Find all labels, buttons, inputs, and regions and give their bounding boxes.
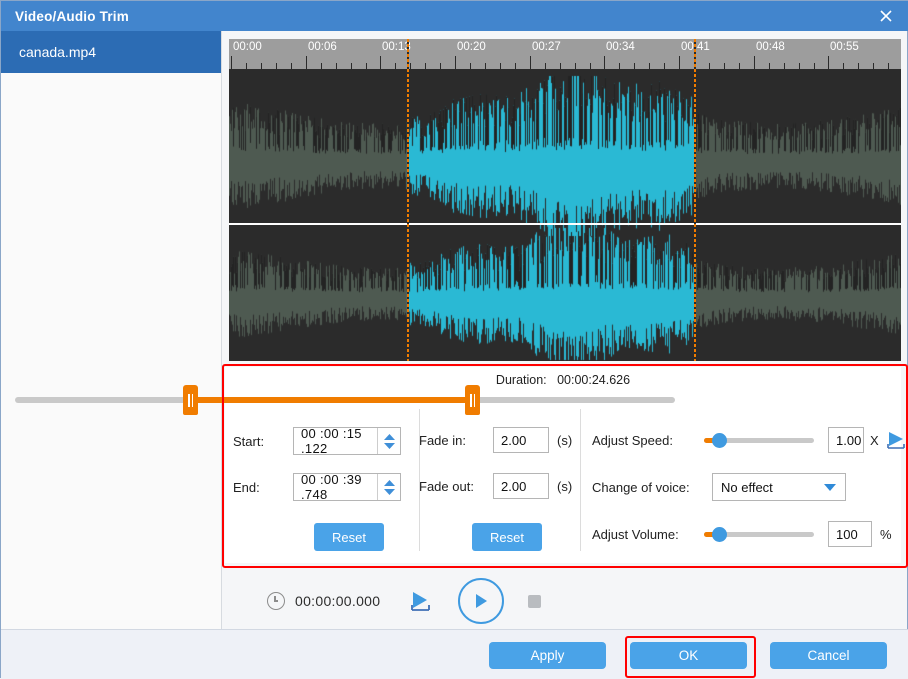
duration-readout: Duration: 00:00:24.626 <box>225 373 901 387</box>
fade-out-input[interactable]: 2.00 <box>493 473 549 499</box>
fade-out-row: Fade out: 2.00 (s) <box>419 473 572 499</box>
panel-divider-2 <box>580 409 581 551</box>
ruler-tick-label: 00:00 <box>233 41 262 53</box>
end-stepper-arrows[interactable] <box>377 474 400 500</box>
change-of-voice-label: Change of voice: <box>592 480 712 495</box>
playback-controls: 00:00:00.000 <box>225 573 901 629</box>
start-time-value[interactable]: 00 :00 :15 .122 <box>294 426 377 456</box>
adjust-speed-unit: X <box>870 433 879 448</box>
ruler-major-tick <box>604 56 605 69</box>
trim-end-handle[interactable] <box>465 385 480 415</box>
adjust-volume-input[interactable]: 100 <box>828 521 872 547</box>
adjust-speed-knob[interactable] <box>712 433 727 448</box>
change-of-voice-row: Change of voice: No effect <box>592 473 846 501</box>
ruler-major-tick <box>231 56 232 69</box>
ruler-tick-label: 00:48 <box>756 41 785 53</box>
adjust-volume-label: Adjust Volume: <box>592 527 704 542</box>
ruler-tick-label: 00:27 <box>532 41 561 53</box>
adjust-speed-slider[interactable] <box>704 438 814 443</box>
title-bar: Video/Audio Trim <box>1 1 908 31</box>
current-time-readout: 00:00:00.000 <box>295 593 380 609</box>
end-label: End: <box>233 480 293 495</box>
audio-waveform[interactable] <box>229 69 901 361</box>
ok-button[interactable]: OK <box>630 642 747 669</box>
adjust-speed-row: Adjust Speed: 1.00 X <box>592 427 907 453</box>
fade-in-row: Fade in: 2.00 (s) <box>419 427 572 453</box>
selection-start-marker[interactable] <box>407 39 409 361</box>
close-icon[interactable] <box>863 1 908 31</box>
cancel-button[interactable]: Cancel <box>770 642 887 669</box>
window-title: Video/Audio Trim <box>1 9 129 24</box>
preview-play-icon[interactable] <box>408 589 434 613</box>
fade-in-input[interactable]: 2.00 <box>493 427 549 453</box>
adjust-speed-label: Adjust Speed: <box>592 433 704 448</box>
ruler-major-tick <box>754 56 755 69</box>
waveform-area[interactable]: 00:0000:0600:1300:2000:2700:3400:4100:48… <box>229 39 901 361</box>
change-of-voice-select[interactable]: No effect <box>712 473 846 501</box>
selection-end-marker[interactable] <box>694 39 696 361</box>
file-list-sidebar: canada.mp4 <box>1 31 222 649</box>
ruler-major-tick <box>306 56 307 69</box>
clock-icon <box>267 592 285 610</box>
adjust-speed-input[interactable]: 1.00 <box>828 427 864 453</box>
ruler-tick-label: 00:55 <box>830 41 859 53</box>
fade-out-label: Fade out: <box>419 479 493 494</box>
start-stepper-arrows[interactable] <box>377 428 400 454</box>
duration-label: Duration: <box>496 373 547 387</box>
video-audio-trim-dialog: Video/Audio Trim canada.mp4 00:00 00:06 00… <box>0 0 908 678</box>
ruler-major-tick <box>455 56 456 69</box>
fade-in-label: Fade in: <box>419 433 493 448</box>
adjust-volume-slider[interactable] <box>704 532 814 537</box>
end-time-value[interactable]: 00 :00 :39 .748 <box>294 472 377 502</box>
start-time-stepper[interactable]: 00 :00 :15 .122 <box>293 427 401 455</box>
adjust-volume-knob[interactable] <box>712 527 727 542</box>
fade-in-unit: (s) <box>557 433 572 448</box>
chevron-down-icon[interactable] <box>823 480 837 495</box>
ruler-tick-label: 00:34 <box>606 41 635 53</box>
ruler-major-tick <box>530 56 531 69</box>
ruler-major-tick <box>679 56 680 69</box>
start-label: Start: <box>233 434 293 449</box>
file-name-label: canada.mp4 <box>19 44 96 60</box>
duration-value: 00:00:24.626 <box>557 373 630 387</box>
adjust-volume-row: Adjust Volume: 100 % <box>592 521 892 547</box>
trim-range-slider[interactable] <box>15 397 675 403</box>
sidebar-item-file[interactable]: canada.mp4 <box>1 31 221 73</box>
apply-button[interactable]: Apply <box>489 642 606 669</box>
start-time-row: Start: 00 :00 :15 .122 <box>233 427 401 455</box>
speed-preview-play-icon[interactable] <box>885 430 907 450</box>
dialog-footer: Apply OK Cancel <box>1 629 908 679</box>
trim-start-handle[interactable] <box>183 385 198 415</box>
ruler-major-tick <box>380 56 381 69</box>
trim-range-selected <box>190 397 472 403</box>
trim-reset-button[interactable]: Reset <box>314 523 384 551</box>
end-time-row: End: 00 :00 :39 .748 <box>233 473 401 501</box>
stop-button[interactable] <box>528 595 541 608</box>
adjust-volume-unit: % <box>880 527 892 542</box>
timeline-ruler[interactable]: 00:0000:0600:1300:2000:2700:3400:4100:48… <box>229 39 901 69</box>
end-time-stepper[interactable]: 00 :00 :39 .748 <box>293 473 401 501</box>
ruler-tick-label: 00:06 <box>308 41 337 53</box>
change-of-voice-value: No effect <box>721 480 773 495</box>
play-button[interactable] <box>458 578 504 624</box>
channel-divider <box>229 223 901 225</box>
fade-reset-button[interactable]: Reset <box>472 523 542 551</box>
ruler-tick-label: 00:20 <box>457 41 486 53</box>
ruler-major-tick <box>828 56 829 69</box>
fade-out-unit: (s) <box>557 479 572 494</box>
